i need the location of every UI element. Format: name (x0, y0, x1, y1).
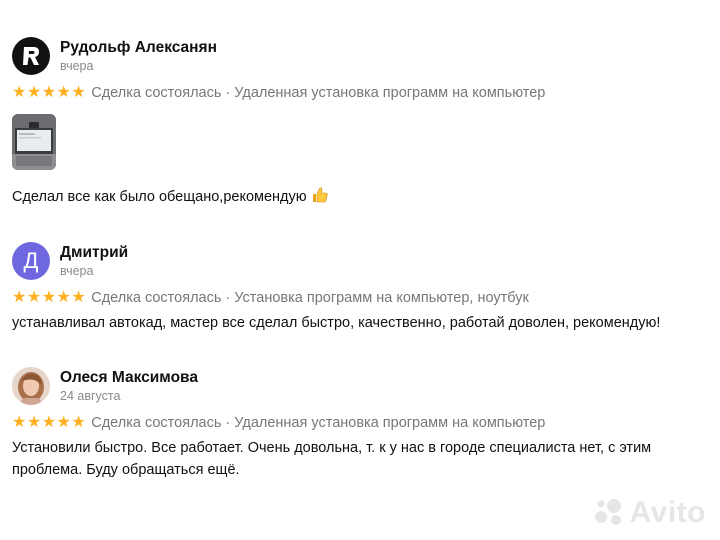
review-header: Рудольф Алексанян вчера (12, 36, 708, 76)
star-rating: ★ ★ ★ ★ ★ (12, 415, 86, 431)
review-date: вчера (60, 59, 94, 73)
thumbs-up-icon (311, 186, 329, 211)
star-icon: ★ (71, 289, 86, 306)
star-icon: ★ (56, 289, 71, 306)
review-date: вчера (60, 264, 94, 278)
avatar[interactable]: Д (12, 242, 50, 280)
star-icon: ★ (41, 84, 57, 101)
star-icon: ★ (12, 289, 27, 306)
review-text: устанавливал автокад, мастер все сделал … (12, 315, 661, 331)
watermark-text: Avito (629, 496, 706, 529)
avito-dots-icon (594, 499, 621, 525)
star-icon: ★ (71, 84, 86, 101)
deal-info: Сделка состоялась · Установка программ н… (91, 290, 529, 306)
review-date: 24 августа (60, 389, 121, 403)
rating-line: ★ ★ ★ ★ ★ Сделка состоялась · Удаленная … (12, 84, 708, 102)
review-header: Д Дмитрий вчера (12, 241, 708, 281)
rating-line: ★ ★ ★ ★ ★ Сделка состоялась · Установка … (12, 289, 708, 307)
star-rating: ★ ★ ★ ★ ★ (12, 290, 86, 306)
r-logo-icon (23, 47, 39, 65)
review-text-content: Сделал все как было обещано,рекомендую (12, 189, 307, 205)
user-photo-icon (12, 367, 50, 405)
review-text-line: проблема. Буду обращаться ещё. (12, 462, 240, 478)
review-card: Д Дмитрий вчера ★ ★ ★ ★ ★ Сделка состоял… (12, 241, 708, 334)
star-icon: ★ (56, 414, 71, 431)
author-name[interactable]: Рудольф Алексанян (60, 38, 217, 58)
review-text: Установили быстро. Все работает. Очень д… (12, 437, 708, 481)
star-icon: ★ (56, 84, 71, 101)
author-name[interactable]: Олеся Максимова (60, 368, 198, 388)
laptop-photo-icon (12, 114, 56, 170)
review-text-line: Установили быстро. Все работает. Очень д… (12, 440, 652, 456)
rating-line: ★ ★ ★ ★ ★ Сделка состоялась · Удаленная … (12, 414, 708, 432)
star-icon: ★ (71, 414, 86, 431)
author-name[interactable]: Дмитрий (60, 243, 128, 263)
star-icon: ★ (12, 414, 27, 431)
star-icon: ★ (41, 414, 57, 431)
review-photo[interactable] (12, 114, 56, 170)
review-card: Рудольф Алексанян вчера ★ ★ ★ ★ ★ Сделка… (12, 36, 708, 211)
review-text: Сделал все как было обещано,рекомендую (12, 186, 708, 211)
star-icon: ★ (26, 289, 42, 306)
star-icon: ★ (41, 289, 57, 306)
deal-info: Сделка состоялась · Удаленная установка … (91, 85, 546, 101)
deal-info: Сделка состоялась · Удаленная установка … (91, 415, 546, 431)
avatar[interactable] (12, 367, 50, 405)
star-icon: ★ (26, 414, 42, 431)
review-header: Олеся Максимова 24 августа (12, 366, 708, 406)
review-card: Олеся Максимова 24 августа ★ ★ ★ ★ ★ Сде… (12, 366, 708, 481)
avatar[interactable] (12, 37, 50, 75)
avito-watermark: Avito (592, 496, 706, 530)
star-icon: ★ (12, 84, 27, 101)
star-icon: ★ (26, 84, 42, 101)
star-rating: ★ ★ ★ ★ ★ (12, 85, 86, 101)
